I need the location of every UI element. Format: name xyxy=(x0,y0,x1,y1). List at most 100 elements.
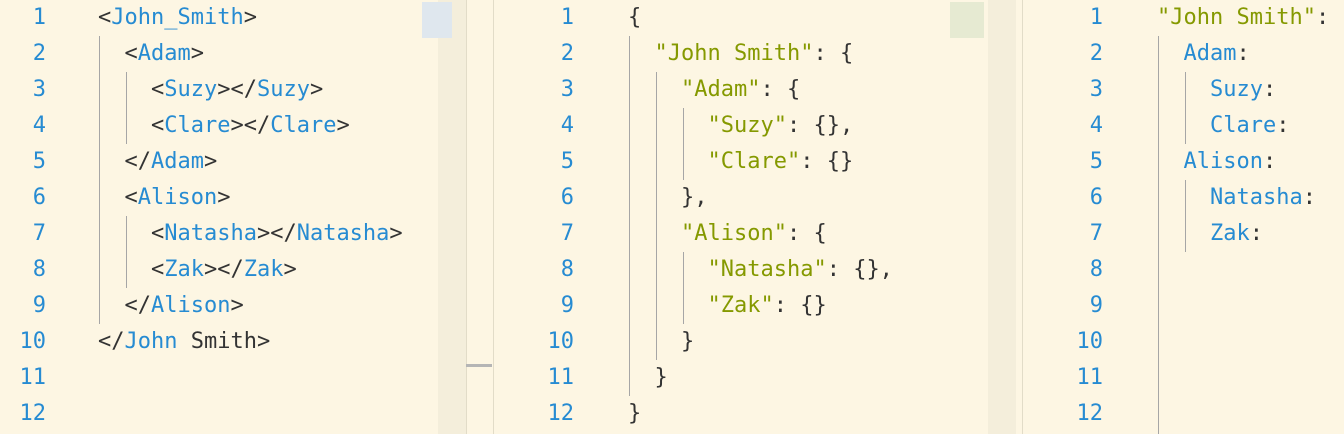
line-number: 7 xyxy=(560,221,574,246)
line-number: 1 xyxy=(560,5,574,30)
line-number: 8 xyxy=(32,257,46,282)
code-line[interactable]: } xyxy=(628,324,694,360)
code-token: < xyxy=(98,221,165,246)
code-line[interactable]: Suzy: xyxy=(1157,72,1276,108)
line-number: 9 xyxy=(560,293,574,318)
code-line[interactable]: </John Smith> xyxy=(98,324,270,360)
code-area[interactable]: "John Smith": Adam: Suzy: Clare: Alison:… xyxy=(1157,0,1344,434)
code-token: "Clare" xyxy=(707,149,801,174)
scrollbar-thumb[interactable] xyxy=(466,364,492,367)
minimap[interactable] xyxy=(420,0,466,434)
code-line[interactable]: "Zak": {} xyxy=(628,288,826,324)
code-line[interactable]: "Adam": { xyxy=(628,72,800,108)
code-line[interactable]: }, xyxy=(628,180,708,216)
code-token: > xyxy=(283,257,297,282)
code-token: Zak xyxy=(243,257,284,282)
line-number: 6 xyxy=(1089,185,1103,210)
code-line[interactable]: "Alison": { xyxy=(628,216,827,252)
code-token: Suzy xyxy=(164,77,218,102)
code-token: "John Smith" xyxy=(1157,5,1316,30)
code-token: : { xyxy=(760,77,801,102)
code-line[interactable]: "Clare": {} xyxy=(628,144,853,180)
code-line[interactable]: </Alison> xyxy=(98,288,244,324)
line-number: 3 xyxy=(560,77,574,102)
code-token: } xyxy=(628,365,668,390)
code-line[interactable]: } xyxy=(628,396,641,432)
code-token: : {} xyxy=(800,149,854,174)
line-number: 7 xyxy=(32,221,46,246)
code-token: : xyxy=(1302,185,1316,210)
code-line[interactable]: <Suzy></Suzy> xyxy=(98,72,323,108)
code-token: { xyxy=(628,5,642,30)
line-number: 8 xyxy=(1089,257,1103,282)
code-line[interactable]: "Suzy": {}, xyxy=(628,108,853,144)
code-token: < xyxy=(98,5,112,30)
code-line[interactable]: <Adam> xyxy=(98,36,204,72)
code-token: : xyxy=(1236,41,1250,66)
line-number: 4 xyxy=(1089,113,1103,138)
code-line[interactable]: "Natasha": {}, xyxy=(628,252,893,288)
code-token: > xyxy=(230,293,244,318)
line-number: 2 xyxy=(32,41,46,66)
code-line[interactable]: Natasha: xyxy=(1157,180,1316,216)
code-token: : xyxy=(1315,5,1330,30)
code-token: Clare xyxy=(1209,113,1277,138)
code-line[interactable]: <Natasha></Natasha> xyxy=(98,216,403,252)
code-line[interactable]: <Alison> xyxy=(98,180,230,216)
line-number: 4 xyxy=(32,113,46,138)
code-token: Clare xyxy=(164,113,231,138)
code-line[interactable]: } xyxy=(628,360,668,396)
code-token: Zak xyxy=(1209,221,1250,246)
code-line[interactable]: "John Smith": { xyxy=(628,36,854,72)
code-line[interactable]: <Zak></Zak> xyxy=(98,252,297,288)
code-line[interactable]: Zak: xyxy=(1157,216,1263,252)
code-line[interactable]: <Clare></Clare> xyxy=(98,108,350,144)
code-token: Suzy xyxy=(256,77,310,102)
code-token: "Zak" xyxy=(707,293,774,318)
code-token: "Suzy" xyxy=(707,113,787,138)
code-token: > xyxy=(389,221,403,246)
code-line[interactable]: </Adam> xyxy=(98,144,217,180)
code-line[interactable]: Alison: xyxy=(1157,144,1277,180)
code-area[interactable]: <John_Smith> <Adam> <Suzy></Suzy> < Clare… xyxy=(98,0,420,434)
line-number: 11 xyxy=(547,365,575,390)
code-token: > xyxy=(336,113,350,138)
code-token: Alison xyxy=(150,293,231,318)
pane-divider[interactable] xyxy=(466,0,467,434)
code-token: : {}, xyxy=(786,113,854,138)
code-token: : { xyxy=(813,41,854,66)
minimap-track[interactable] xyxy=(438,0,466,434)
code-line[interactable]: <John_Smith> xyxy=(98,0,257,36)
code-token: : xyxy=(1249,221,1263,246)
line-number: 11 xyxy=(1076,365,1104,390)
line-number: 9 xyxy=(1089,293,1103,318)
code-token: Adam xyxy=(1183,41,1237,66)
minimap[interactable] xyxy=(948,0,1022,434)
minimap-track[interactable] xyxy=(988,0,1016,434)
code-token: > xyxy=(243,5,257,30)
code-token: : {}, xyxy=(826,257,893,282)
yaml-editor-pane[interactable]: 1 2 3 4 5 6 7 8 9 10 11 12 "John Smith": Adam: Suzy… xyxy=(1023,0,1344,434)
code-area[interactable]: { "John Smith": { "Adam": { "Suzy": {}, … xyxy=(628,0,976,434)
code-token: Suzy xyxy=(1209,77,1263,102)
code-line[interactable]: Adam: xyxy=(1157,36,1250,72)
line-number: 1 xyxy=(1089,5,1103,30)
code-line[interactable]: "John Smith": xyxy=(1157,0,1329,36)
line-number: 5 xyxy=(560,149,574,174)
code-line[interactable]: Clare: xyxy=(1157,108,1289,144)
json-editor-pane[interactable]: 1 2 3 4 5 6 7 8 9 10 11 12 { "John Smith": { "Adam"… xyxy=(494,0,1022,434)
xml-editor-pane[interactable]: 1 2 3 4 5 6 7 8 9 10 11 12 <John_Smith> <Adam> <Suz… xyxy=(0,0,466,434)
line-number: 10 xyxy=(1076,329,1104,354)
line-number: 10 xyxy=(547,329,575,354)
code-token: : xyxy=(1276,113,1290,138)
code-line[interactable]: { xyxy=(628,0,641,36)
code-token: > xyxy=(217,185,231,210)
code-token: < xyxy=(98,41,138,66)
